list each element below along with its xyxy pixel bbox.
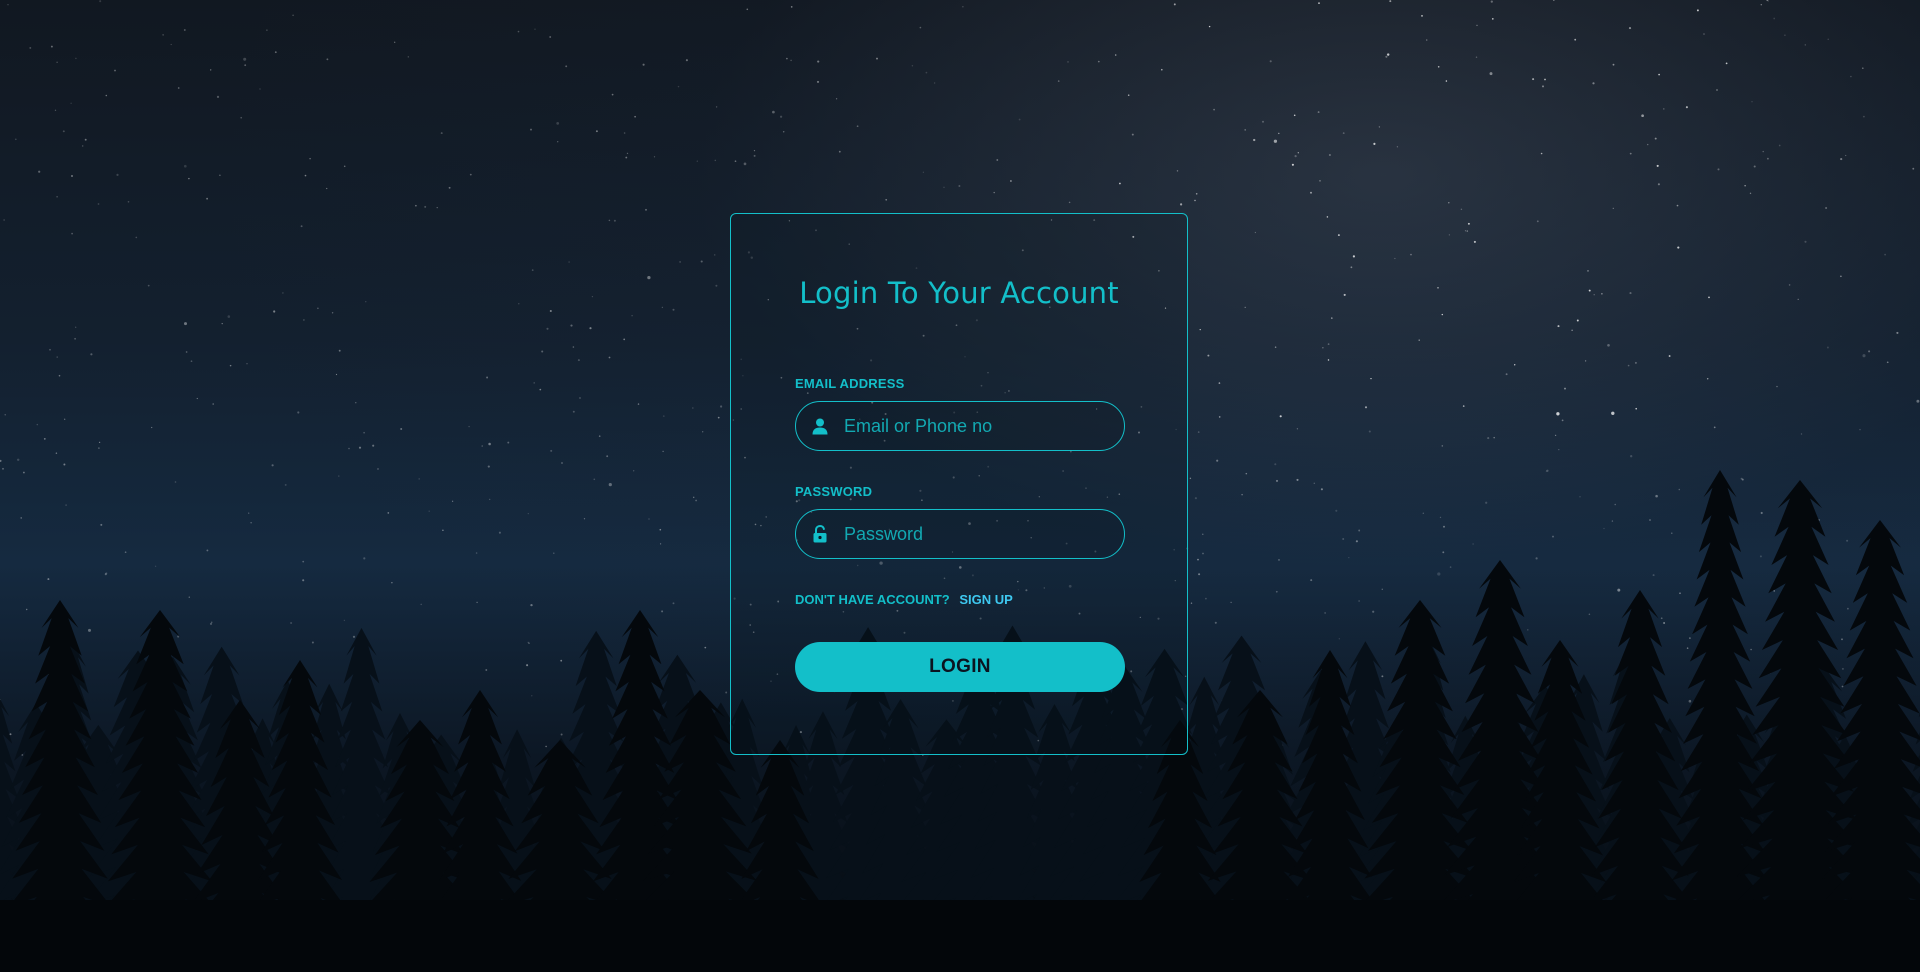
signup-prompt: DON'T HAVE ACCOUNT?: [795, 592, 950, 607]
email-label: EMAIL ADDRESS: [795, 376, 905, 391]
user-icon: [812, 418, 828, 435]
signup-link[interactable]: SIGN UP: [959, 592, 1012, 607]
unlock-icon: [813, 524, 827, 543]
login-card: Login To Your Account EMAIL ADDRESS PASS…: [730, 213, 1188, 755]
signup-row: DON'T HAVE ACCOUNT? SIGN UP: [795, 592, 1013, 607]
password-input[interactable]: [842, 510, 1116, 558]
email-field-wrapper[interactable]: [795, 401, 1125, 451]
page-title: Login To Your Account: [799, 276, 1119, 310]
email-input[interactable]: [842, 402, 1116, 450]
password-label: PASSWORD: [795, 484, 873, 499]
login-button[interactable]: LOGIN: [795, 642, 1125, 692]
password-field-wrapper[interactable]: [795, 509, 1125, 559]
